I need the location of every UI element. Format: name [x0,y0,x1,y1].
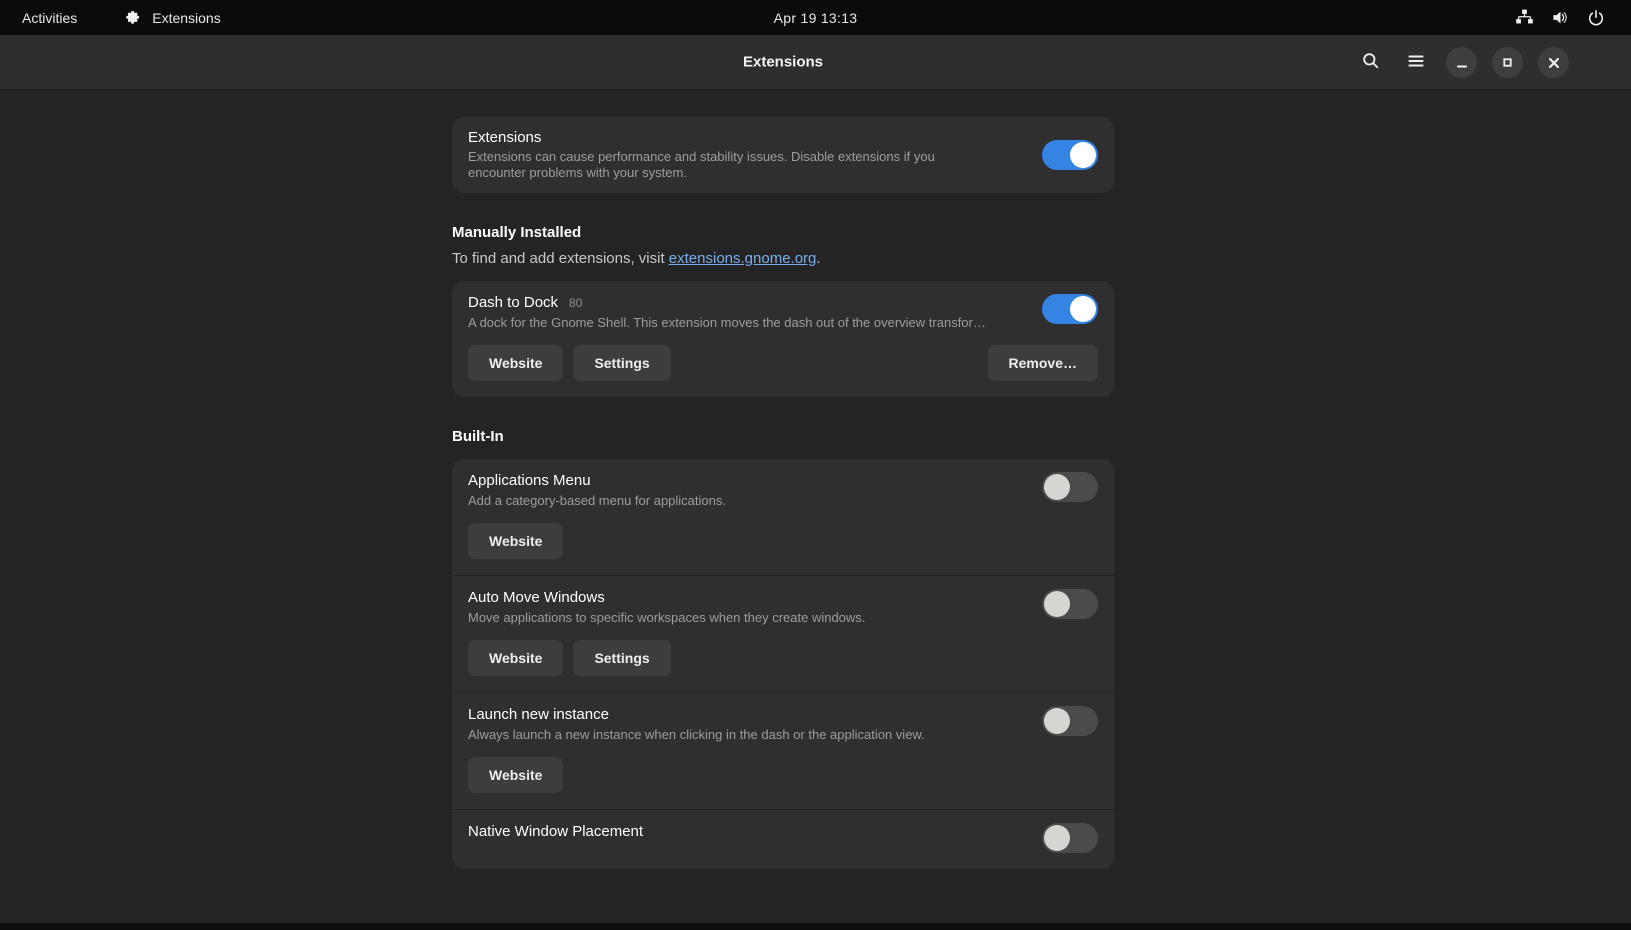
global-extensions-card: Extensions Extensions can cause performa… [452,117,1114,193]
sections: Manually Installed To find and add exten… [452,224,1114,869]
row-buttons: Website Settings Remove… [468,345,1098,381]
extension-section: Manually Installed To find and add exten… [452,224,1114,397]
extension-toggle[interactable] [1042,589,1098,619]
settings-button[interactable]: Settings [573,640,670,676]
website-button[interactable]: Website [468,523,563,559]
row-buttons: Website [468,523,1098,559]
extension-description: A dock for the Gnome Shell. This extensi… [468,315,1026,330]
toggle-knob [1044,708,1070,734]
close-button[interactable] [1538,47,1569,78]
puzzle-piece-icon [125,9,142,26]
extension-toggle[interactable] [1042,823,1098,853]
settings-button[interactable]: Settings [573,345,670,381]
window-title: Extensions [743,54,823,71]
maximize-icon [1502,57,1513,68]
maximize-button[interactable] [1492,47,1523,78]
screen-bottom-edge [0,923,1631,930]
extension-name: Dash to Dock [468,294,558,311]
website-button[interactable]: Website [468,640,563,676]
extension-row: Launch new instance Always launch a new … [452,692,1114,809]
extension-name: Native Window Placement [468,823,643,840]
primary-menu-button[interactable] [1401,48,1431,78]
power-icon [1587,9,1605,27]
focused-app-name: Extensions [152,10,220,26]
extension-row: Native Window Placement [452,809,1114,869]
hamburger-menu-icon [1406,51,1426,74]
global-toggle-title: Extensions [468,129,1026,146]
section-subtext: To find and add extensions, visit extens… [452,250,1114,267]
website-button[interactable]: Website [468,345,563,381]
focused-app-indicator[interactable]: Extensions [125,9,220,26]
top-bar: Activities Extensions Apr 19 13:13 [0,0,1631,35]
header-bar: Extensions [0,35,1631,90]
activities-button[interactable]: Activities [22,10,77,26]
close-icon [1548,57,1560,69]
search-button[interactable] [1356,48,1386,78]
global-toggle-description: Extensions can cause performance and sta… [468,149,993,181]
minimize-icon [1456,57,1468,69]
extension-toggle[interactable] [1042,294,1098,324]
remove-button[interactable]: Remove… [988,345,1098,381]
row-buttons: Website Settings [468,640,1098,676]
row-buttons: Website [468,757,1098,793]
minimize-button[interactable] [1446,47,1477,78]
network-wired-icon [1515,8,1534,27]
extension-list: Dash to Dock 80 A dock for the Gnome She… [452,281,1114,397]
section-heading: Built-In [452,428,1114,445]
extension-list: Applications Menu Add a category-based m… [452,459,1114,869]
system-status-area[interactable] [1515,8,1631,27]
extension-name: Auto Move Windows [468,589,605,606]
toggle-knob [1044,474,1070,500]
extension-description: Add a category-based menu for applicatio… [468,493,1026,508]
toggle-knob [1044,825,1070,851]
extension-description: Move applications to specific workspaces… [468,610,1026,625]
volume-icon [1551,8,1570,27]
search-icon [1361,51,1381,74]
section-heading: Manually Installed [452,224,1114,241]
toggle-knob [1070,296,1096,322]
extension-description: Always launch a new instance when clicki… [468,727,1026,742]
extensions-page: Extensions Extensions can cause performa… [0,90,1631,869]
clock[interactable]: Apr 19 13:13 [774,0,858,35]
global-extensions-toggle[interactable] [1042,140,1098,170]
extensions-website-link[interactable]: extensions.gnome.org [669,250,817,267]
extension-row: Applications Menu Add a category-based m… [452,459,1114,575]
extension-row: Auto Move Windows Move applications to s… [452,575,1114,692]
extension-name: Applications Menu [468,472,591,489]
extension-toggle[interactable] [1042,706,1098,736]
subtext-prefix: To find and add extensions, visit [452,250,669,267]
subtext-suffix: . [816,250,820,267]
extension-version: 80 [569,296,582,310]
toggle-knob [1070,142,1096,168]
extension-section: Built-In Applications Menu Add a categor… [452,428,1114,869]
extension-name: Launch new instance [468,706,609,723]
extension-row: Dash to Dock 80 A dock for the Gnome She… [452,281,1114,397]
website-button[interactable]: Website [468,757,563,793]
extension-toggle[interactable] [1042,472,1098,502]
toggle-knob [1044,591,1070,617]
